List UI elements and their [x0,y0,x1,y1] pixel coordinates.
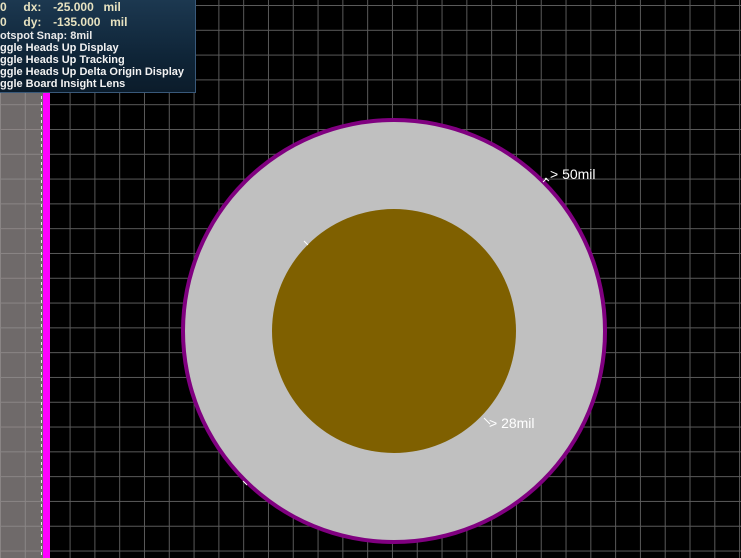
hud-dx-row: 0 dx: -25.000 mil [0,0,121,14]
heads-up-display: 0 dx: -25.000 mil 0 dy: -135.000 mil ots… [0,0,196,93]
hud-dx-unit: mil [103,0,121,14]
hud-cmd-display[interactable]: ggle Heads Up Display [0,42,119,54]
hud-dx-value: -25.000 [53,0,94,14]
hud-cmd-tracking[interactable]: ggle Heads Up Tracking [0,54,125,66]
hud-dy-unit: mil [110,15,128,29]
hud-snap: otspot Snap: 8mil [0,30,93,42]
pad-hole[interactable] [272,209,516,453]
hud-dx-prefix: 0 [0,0,7,14]
hud-dy-prefix: 0 [0,15,7,29]
hud-dy-label: dy: [23,15,42,29]
hud-cmd-insight-lens[interactable]: ggle Board Insight Lens [0,78,125,90]
hud-dy-row: 0 dy: -135.000 mil [0,15,127,29]
hud-cmd-delta-origin[interactable]: ggle Heads Up Delta Origin Display [0,66,184,78]
outer-diameter-label: > 50mil [550,166,596,182]
hud-dx-label: dx: [23,0,42,14]
inner-diameter-label: > 28mil [489,415,535,431]
hud-dy-value: -135.000 [53,15,101,29]
